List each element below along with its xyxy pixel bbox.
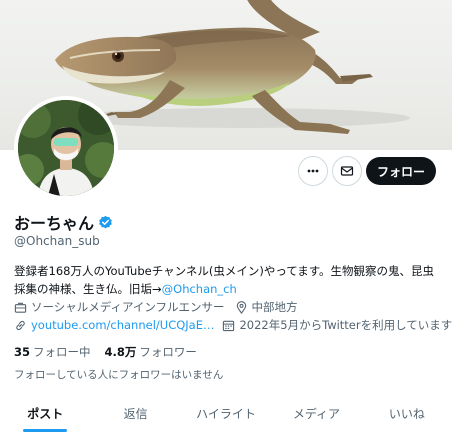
briefcase-icon <box>14 302 27 313</box>
profile-bio: 登録者168万人のYouTubeチャンネル(虫メイン)やってます。生物観察の鬼、… <box>14 262 442 298</box>
link-icon <box>16 320 25 330</box>
avatar-photo <box>18 100 114 196</box>
profile-tabs: ポスト 返信 ハイライト メディア いいね <box>0 395 452 435</box>
follow-counts: 35 フォロー中 4.8万 フォロワー <box>14 344 197 360</box>
tab-highlights[interactable]: ハイライト <box>181 395 271 435</box>
meta-row-2: youtube.com/channel/UCQJaE… 2022年5月からTwi… <box>14 317 452 333</box>
name-row: おーちゃん <box>14 210 113 234</box>
message-button[interactable] <box>332 156 362 186</box>
followers-count: 4.8万 <box>104 345 137 359</box>
calendar-icon <box>223 320 235 331</box>
tab-replies[interactable]: 返信 <box>90 395 180 435</box>
tab-media[interactable]: メディア <box>271 395 361 435</box>
followers-you-know-note: フォローしている人にフォロワーはいません <box>14 369 224 381</box>
followers-label: フォロワー <box>139 345 197 359</box>
joined-label: 2022年5月からTwitterを利用しています <box>239 318 452 332</box>
following-link[interactable]: 35 フォロー中 <box>14 344 91 360</box>
tab-likes[interactable]: いいね <box>362 395 452 435</box>
user-handle: @Ohchan_sub <box>14 234 100 248</box>
following-label: フォロー中 <box>33 345 91 359</box>
website-item: youtube.com/channel/UCQJaE… <box>14 318 214 332</box>
location-item: 中部地方 <box>235 299 298 315</box>
profile-avatar[interactable] <box>14 96 118 200</box>
website-link[interactable]: youtube.com/channel/UCQJaE… <box>31 318 214 332</box>
joined-item: 2022年5月からTwitterを利用しています <box>222 317 452 333</box>
bio-link[interactable]: @Ohchan_ch <box>162 282 237 296</box>
follow-button[interactable]: フォロー <box>366 157 436 185</box>
display-name: おーちゃん <box>14 214 95 233</box>
category-item: ソーシャルメディアインフルエンサー <box>14 299 225 315</box>
more-options-button[interactable] <box>298 156 328 186</box>
category-label: ソーシャルメディアインフルエンサー <box>31 300 225 314</box>
verified-badge-icon[interactable] <box>98 215 113 230</box>
location-label: 中部地方 <box>251 300 298 314</box>
more-dots-icon <box>307 169 319 173</box>
following-count: 35 <box>14 345 31 359</box>
followers-link[interactable]: 4.8万 フォロワー <box>105 344 197 360</box>
location-pin-icon <box>236 300 246 314</box>
tab-posts[interactable]: ポスト <box>0 395 90 435</box>
envelope-icon <box>340 166 354 176</box>
meta-row-1: ソーシャルメディアインフルエンサー 中部地方 <box>14 299 298 315</box>
